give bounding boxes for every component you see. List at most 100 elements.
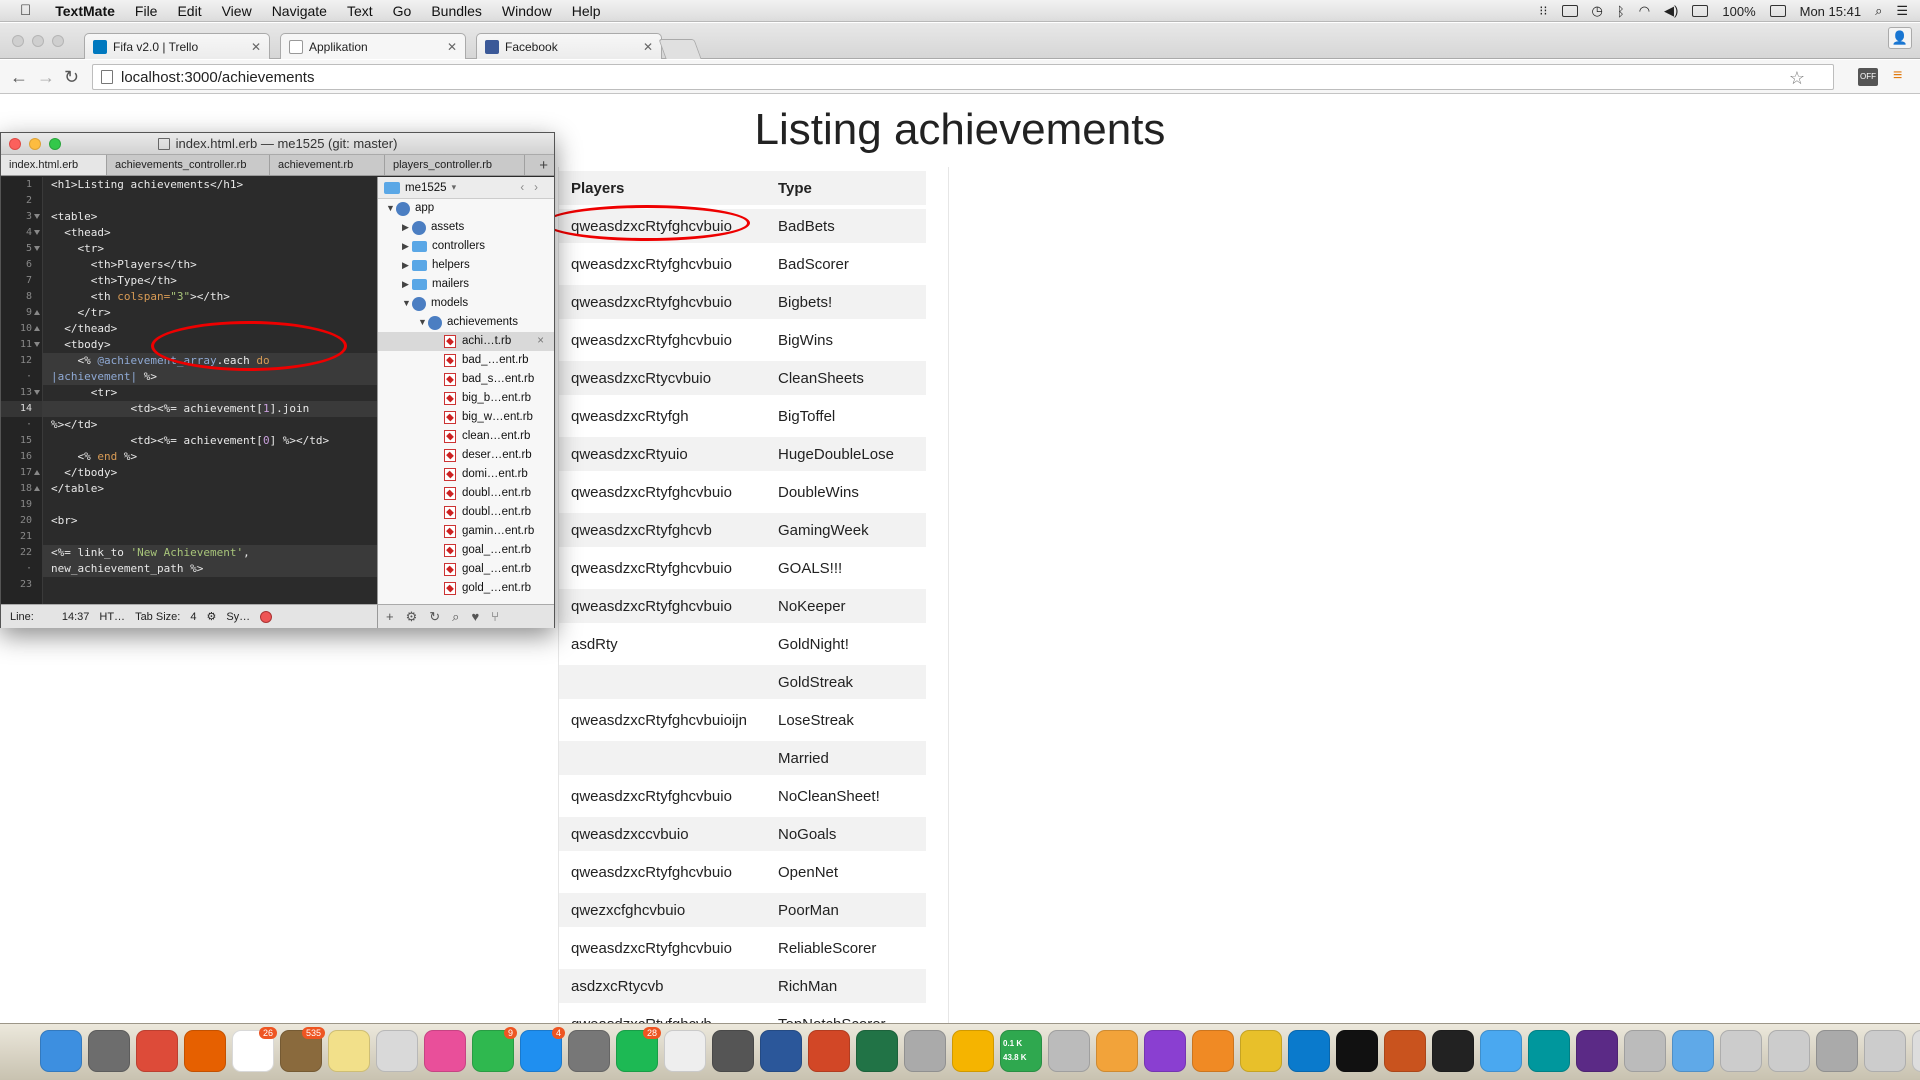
disclosure-closed-icon[interactable]: ▶	[402, 218, 412, 237]
menu-navigate[interactable]: Navigate	[262, 3, 337, 19]
tree-item-assets[interactable]: ▶ assets	[378, 218, 554, 237]
project-selector[interactable]: me1525 ▾ ‹›	[378, 177, 554, 199]
tree-item-models[interactable]: ▼ models	[378, 294, 554, 313]
screen-icon[interactable]	[1816, 1030, 1858, 1072]
help-icon[interactable]	[1048, 1030, 1090, 1072]
sketch-icon[interactable]	[1096, 1030, 1138, 1072]
minimize-button[interactable]	[29, 138, 41, 150]
tree-item-file[interactable]: gamin…ent.rb	[378, 522, 554, 541]
github-icon[interactable]	[712, 1030, 754, 1072]
activity-monitor-icon[interactable]	[1432, 1030, 1474, 1072]
tree-item-mailers[interactable]: ▶ mailers	[378, 275, 554, 294]
macro-record-icon[interactable]	[260, 610, 273, 623]
gear-icon[interactable]: ⚙	[406, 609, 418, 625]
gear-icon[interactable]: ⚙	[206, 610, 216, 623]
tree-item-achievements[interactable]: ▼ achievements	[378, 313, 554, 332]
messages-icon[interactable]	[1480, 1030, 1522, 1072]
add-icon[interactable]: +	[386, 609, 394, 624]
tree-item-file[interactable]: bad_s…ent.rb	[378, 370, 554, 389]
preview-icon[interactable]: 535	[280, 1027, 325, 1072]
powerpoint-icon[interactable]	[808, 1030, 850, 1072]
favorites-heart-icon[interactable]: ♥	[471, 609, 479, 624]
chrome-menu-icon[interactable]: ≡	[1893, 68, 1907, 84]
disclosure-open-icon[interactable]: ▼	[418, 313, 428, 332]
notes-icon[interactable]	[328, 1030, 370, 1072]
volume-icon[interactable]: ◀)	[1664, 3, 1678, 19]
tm-tab-achievements-controller[interactable]: achievements_controller.rb	[107, 155, 270, 175]
reload-icon[interactable]: ↻	[429, 609, 440, 625]
wifi-icon[interactable]: ◠	[1639, 3, 1650, 19]
tm-tab-achievement-model[interactable]: achievement.rb	[270, 155, 385, 175]
search-icon[interactable]: ⌕	[452, 609, 459, 625]
address-bar[interactable]: localhost:3000/achievements ☆	[92, 64, 1834, 90]
tree-item-file[interactable]: big_w…ent.rb	[378, 408, 554, 427]
menu-bundles[interactable]: Bundles	[421, 3, 492, 19]
textedit-icon[interactable]	[664, 1030, 706, 1072]
wunderlist-icon[interactable]	[1240, 1030, 1282, 1072]
tab-facebook[interactable]: Facebook ✕	[476, 33, 662, 59]
trash-icon[interactable]	[1912, 1030, 1920, 1072]
excel-icon[interactable]	[856, 1030, 898, 1072]
tab-size-value[interactable]: 4	[190, 611, 196, 623]
clock[interactable]: Mon 15:41	[1800, 4, 1861, 19]
word-icon[interactable]	[760, 1030, 802, 1072]
tm-tab-index[interactable]: index.html.erb	[1, 155, 107, 175]
documents-icon[interactable]	[1768, 1030, 1810, 1072]
scm-branch-icon[interactable]: ⑂	[491, 609, 499, 624]
firefox-icon[interactable]	[184, 1030, 226, 1072]
tab-trello[interactable]: Fifa v2.0 | Trello ✕	[84, 33, 270, 59]
close-tab-icon[interactable]: ✕	[643, 40, 653, 54]
extension-off-button[interactable]: OFF	[1858, 68, 1878, 86]
finder-icon[interactable]	[40, 1030, 82, 1072]
spotify-icon[interactable]: 28	[616, 1027, 661, 1072]
symbol-popup[interactable]: Sy…	[226, 611, 250, 623]
battery-icon[interactable]	[1769, 5, 1786, 17]
cloud-icon[interactable]	[952, 1030, 994, 1072]
close-window-button[interactable]	[12, 35, 24, 47]
apple-menu-icon[interactable]: 	[0, 2, 45, 19]
help2-icon[interactable]	[1624, 1030, 1666, 1072]
menu-text[interactable]: Text	[337, 3, 383, 19]
firefox-dev-icon[interactable]	[1384, 1030, 1426, 1072]
page-info-icon[interactable]	[101, 70, 113, 84]
close-file-icon[interactable]: ×	[537, 332, 544, 351]
history-arrows-icon[interactable]: ‹›	[520, 182, 554, 194]
close-tab-icon[interactable]: ✕	[447, 40, 457, 54]
launchpad-icon[interactable]	[88, 1030, 130, 1072]
tree-item-controllers[interactable]: ▶ controllers	[378, 237, 554, 256]
menu-help[interactable]: Help	[562, 3, 611, 19]
tree-item-file[interactable]: big_b…ent.rb	[378, 389, 554, 408]
close-button[interactable]	[9, 138, 21, 150]
menu-window[interactable]: Window	[492, 3, 562, 19]
tree-item-file[interactable]: doubl…ent.rb	[378, 503, 554, 522]
notification-center-icon[interactable]: ☰	[1896, 3, 1908, 19]
app-menu[interactable]: TextMate	[45, 3, 125, 19]
arduino-icon[interactable]	[1528, 1030, 1570, 1072]
input-source-icon[interactable]	[1692, 5, 1709, 17]
tree-item-file[interactable]: clean…ent.rb	[378, 427, 554, 446]
tree-item-file[interactable]: goal_…ent.rb	[378, 560, 554, 579]
cursor-position[interactable]: 14:37	[62, 611, 90, 623]
activity-icon[interactable]: ⁝⁝	[1539, 3, 1547, 19]
tab-applikation[interactable]: Applikation ✕	[280, 33, 466, 59]
tree-item-file[interactable]: domi…ent.rb	[378, 465, 554, 484]
terminal-icon[interactable]	[1336, 1030, 1378, 1072]
profile-icon[interactable]: 👤	[1888, 27, 1912, 49]
tree-item-file[interactable]: gold_…ent.rb	[378, 579, 554, 598]
tree-item-file[interactable]: bad_…ent.rb	[378, 351, 554, 370]
tree-item-file[interactable]: deser…ent.rb	[378, 446, 554, 465]
new-tab-plus-icon[interactable]: +	[533, 155, 554, 175]
disclosure-closed-icon[interactable]: ▶	[402, 256, 412, 275]
battery-percent[interactable]: 100%	[1722, 4, 1755, 19]
downloads-icon[interactable]	[1720, 1030, 1762, 1072]
time-machine-icon[interactable]: ◷	[1592, 3, 1603, 19]
tree-item-file[interactable]: goal_…ent.rb	[378, 541, 554, 560]
airplay-icon[interactable]	[1561, 5, 1578, 17]
close-tab-icon[interactable]: ✕	[251, 40, 261, 54]
menu-file[interactable]: File	[125, 3, 168, 19]
grammar-popup[interactable]: HT…	[99, 611, 125, 623]
photos-icon[interactable]	[376, 1030, 418, 1072]
calendar-icon[interactable]: 26	[232, 1027, 277, 1072]
dashlane-icon[interactable]	[1576, 1030, 1618, 1072]
zoom-button[interactable]	[49, 138, 61, 150]
